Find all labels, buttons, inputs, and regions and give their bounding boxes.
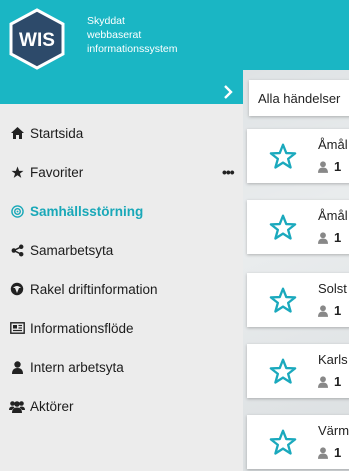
event-title: Åmål — [318, 137, 348, 152]
sidebar-item-startsida[interactable]: Startsida — [0, 118, 243, 148]
brand-text: Skyddat webbaserat informationssystem — [87, 14, 177, 56]
sidebar-item-aktorer[interactable]: Aktörer — [0, 391, 243, 421]
favorite-star-icon[interactable] — [269, 143, 297, 171]
event-card[interactable]: Karls 1 — [247, 344, 349, 398]
sidebar-item-label: Samhällsstörning — [30, 203, 144, 219]
event-title: Värm — [318, 423, 349, 438]
star-icon — [9, 164, 25, 180]
sidebar-item-samhallsstorning[interactable]: Samhällsstörning — [0, 196, 243, 226]
event-card[interactable]: Solst 1 — [247, 273, 349, 327]
target-icon — [9, 203, 25, 219]
favorite-star-icon[interactable] — [269, 287, 297, 315]
sidebar-item-favoriter[interactable]: Favoriter ••• — [0, 157, 243, 187]
user-icon — [9, 359, 25, 375]
event-title: Solst — [318, 281, 347, 296]
brand-line-2: webbaserat — [87, 29, 142, 41]
event-count-value: 1 — [334, 445, 342, 460]
event-count: 1 — [318, 445, 341, 460]
user-icon — [318, 231, 328, 244]
newspaper-icon — [9, 320, 25, 336]
sidebar-item-label: Intern arbetsyta — [30, 359, 124, 375]
event-title: Karls — [318, 352, 348, 367]
logo-text: WIS — [19, 30, 55, 51]
sidebar: Startsida Favoriter ••• Samhällsstörning… — [0, 104, 243, 471]
event-card[interactable]: Åmål 1 — [247, 129, 349, 183]
event-count: 1 — [318, 230, 341, 245]
user-icon — [318, 160, 328, 173]
sidebar-item-label: Aktörer — [30, 398, 74, 414]
event-count-value: 1 — [334, 303, 342, 318]
event-count: 1 — [318, 303, 341, 318]
favorite-star-icon[interactable] — [269, 429, 297, 457]
user-icon — [318, 446, 328, 459]
filter-label: Alla händelser — [258, 91, 341, 106]
chevron-right-icon[interactable] — [222, 84, 238, 100]
users-icon — [9, 398, 25, 414]
sidebar-item-label: Samarbetsyta — [30, 242, 114, 258]
wis-logo[interactable]: WIS — [6, 8, 68, 70]
favorite-star-icon[interactable] — [269, 358, 297, 386]
user-icon — [318, 375, 328, 388]
sidebar-item-label: Rakel driftinformation — [30, 281, 158, 297]
brand-line-1: Skyddat — [87, 15, 125, 27]
event-count-value: 1 — [334, 159, 342, 174]
user-icon — [318, 304, 328, 317]
favorite-star-icon[interactable] — [269, 214, 297, 242]
sidebar-item-label: Favoriter — [30, 164, 84, 180]
event-count-value: 1 — [334, 374, 342, 389]
sidebar-item-label: Informationsflöde — [30, 320, 134, 336]
sidebar-item-intern-arbetsyta[interactable]: Intern arbetsyta — [0, 352, 243, 382]
sidebar-item-informationsflode[interactable]: Informationsflöde — [0, 313, 243, 343]
home-icon — [9, 125, 25, 141]
sidebar-item-label: Startsida — [30, 125, 84, 141]
event-title: Åmål — [318, 208, 348, 223]
event-card[interactable]: Åmål 1 — [247, 200, 349, 254]
event-count: 1 — [318, 374, 341, 389]
brand-line-3: informationssystem — [87, 43, 178, 55]
event-filter-select[interactable]: Alla händelser — [249, 80, 349, 116]
rakel-icon — [9, 281, 25, 297]
event-count-value: 1 — [334, 230, 342, 245]
events-panel: Alla händelser Åmål 1 Åmål 1 Solst 1 Kar… — [243, 70, 349, 471]
more-options-icon[interactable]: ••• — [222, 164, 235, 180]
share-icon — [9, 242, 25, 258]
event-card[interactable]: Värm 1 — [247, 415, 349, 469]
event-count: 1 — [318, 159, 341, 174]
sidebar-item-samarbetsyta[interactable]: Samarbetsyta — [0, 235, 243, 265]
sidebar-item-rakel[interactable]: Rakel driftinformation — [0, 274, 243, 304]
